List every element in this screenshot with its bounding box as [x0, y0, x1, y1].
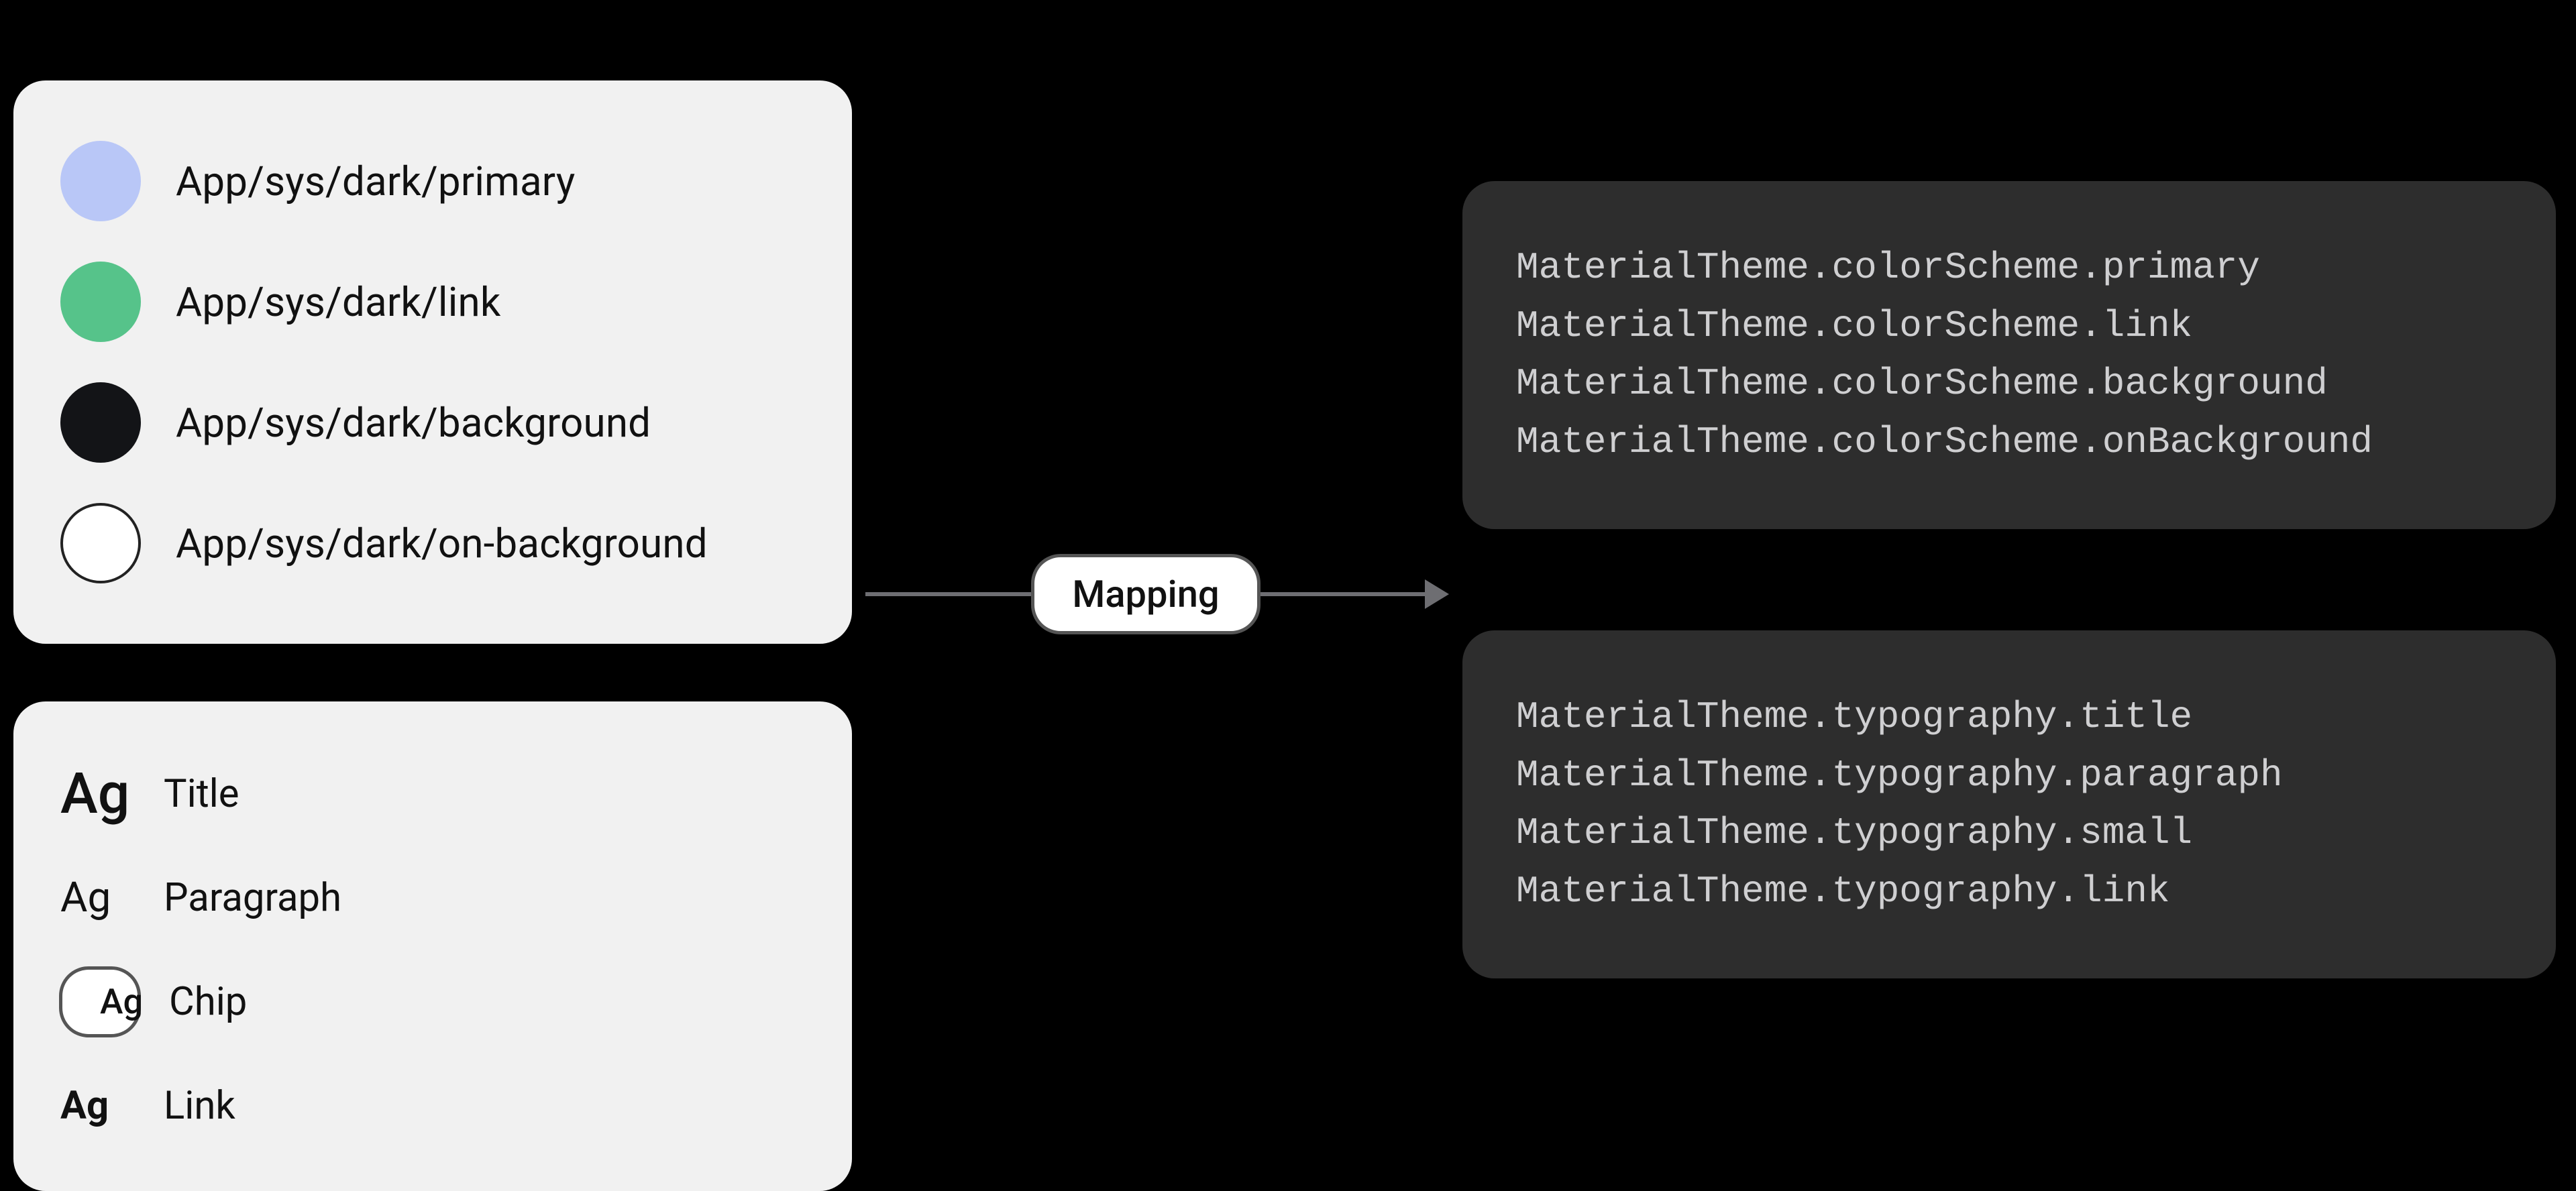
color-token-row: App/sys/dark/background: [60, 362, 805, 483]
code-colorscheme-card: MaterialTheme.colorScheme.primary Materi…: [1462, 181, 2556, 529]
code-line: MaterialTheme.colorScheme.background: [1516, 363, 2502, 405]
code-line: MaterialTheme.typography.small: [1516, 812, 2502, 854]
type-glyph-icon: Ag: [60, 1086, 134, 1125]
code-line: MaterialTheme.typography.link: [1516, 870, 2502, 913]
color-token-label: App/sys/dark/on-background: [176, 520, 708, 567]
arrow-line-icon: [1259, 592, 1426, 596]
color-token-row: App/sys/dark/link: [60, 241, 805, 362]
arrow-line-icon: [865, 592, 1032, 596]
code-line: MaterialTheme.colorScheme.onBackground: [1516, 421, 2502, 463]
color-token-row: App/sys/dark/primary: [60, 121, 805, 241]
design-colors-card: App/sys/dark/primary App/sys/dark/link A…: [13, 80, 852, 644]
type-token-label: Paragraph: [164, 875, 341, 921]
arrow-right-icon: [1425, 579, 1449, 609]
swatch-background: [60, 382, 141, 463]
code-line: MaterialTheme.typography.title: [1516, 696, 2502, 738]
color-token-label: App/sys/dark/background: [176, 399, 651, 447]
type-token-row: Ag Paragraph: [60, 846, 805, 950]
code-line: MaterialTheme.typography.paragraph: [1516, 754, 2502, 797]
type-token-row: Ag Link: [60, 1054, 805, 1157]
code-line: MaterialTheme.colorScheme.link: [1516, 305, 2502, 347]
type-glyph-icon: Ag: [60, 877, 134, 919]
code-line: MaterialTheme.colorScheme.primary: [1516, 247, 2502, 289]
design-typography-card: Ag Title Ag Paragraph Ag Chip Ag Link: [13, 701, 852, 1191]
code-typography-card: MaterialTheme.typography.title MaterialT…: [1462, 630, 2556, 978]
type-token-label: Chip: [169, 979, 247, 1025]
type-token-label: Link: [164, 1083, 235, 1129]
type-glyph-icon: Ag: [60, 766, 134, 822]
swatch-on-background: [60, 503, 141, 583]
swatch-link: [60, 262, 141, 342]
mapping-chip: Mapping: [1031, 554, 1260, 634]
color-token-row: App/sys/dark/on-background: [60, 483, 805, 604]
mapping-connector: Mapping: [865, 547, 1449, 641]
color-token-label: App/sys/dark/link: [176, 278, 500, 326]
type-glyph-icon: Ag: [59, 966, 141, 1037]
type-token-row: Ag Title: [60, 742, 805, 846]
color-token-label: App/sys/dark/primary: [176, 158, 575, 205]
type-token-row: Ag Chip: [60, 950, 805, 1054]
swatch-primary: [60, 141, 141, 221]
type-token-label: Title: [164, 771, 239, 817]
